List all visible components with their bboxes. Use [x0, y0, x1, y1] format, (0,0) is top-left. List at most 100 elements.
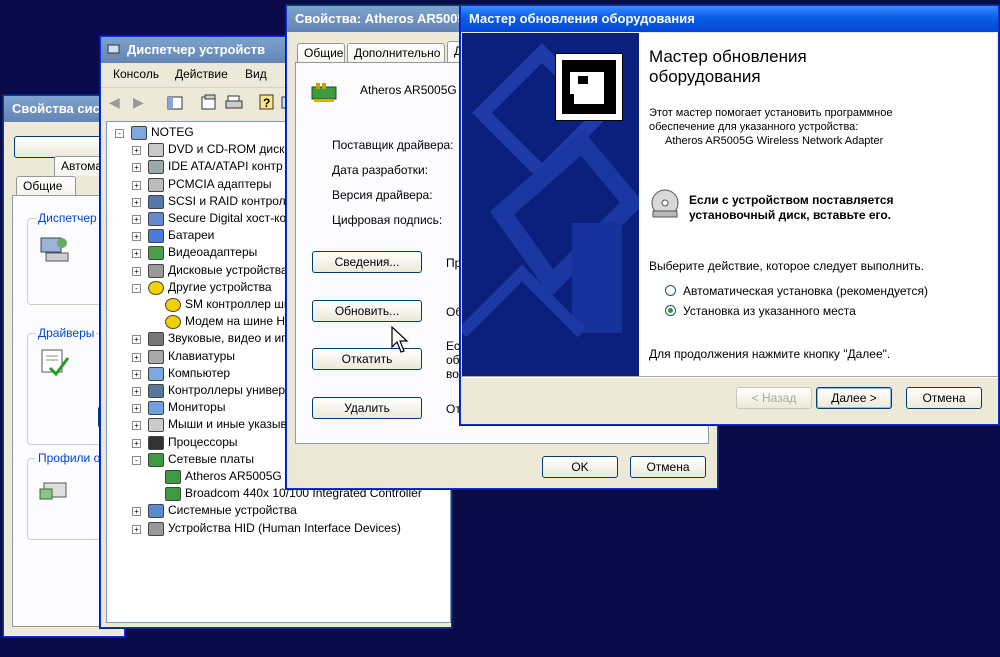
computer-icon [148, 366, 164, 381]
unknown-device-icon [165, 315, 181, 330]
expand-icon[interactable]: + [132, 369, 141, 379]
expand-icon[interactable]: + [132, 438, 141, 448]
expand-icon[interactable]: + [132, 352, 141, 362]
manual-install-label[interactable]: Установка из указанного места [683, 304, 856, 318]
cdrom-icon [148, 143, 164, 158]
collapse-icon[interactable]: - [115, 129, 124, 138]
driver-provider-label: Поставщик драйвера: [332, 138, 454, 152]
tree-row-label: Сетевые платы [168, 451, 255, 466]
expand-icon[interactable]: + [132, 232, 141, 242]
system-properties-top-button[interactable] [14, 136, 114, 158]
tab-advanced[interactable]: Дополнительно [347, 43, 445, 63]
tree-row[interactable]: + Системные устройства [107, 502, 447, 519]
expand-icon[interactable]: + [132, 146, 141, 156]
auto-install-radio[interactable] [665, 285, 676, 296]
hardware-profiles-group-title: Профили о [36, 451, 103, 465]
system-device-icon [148, 504, 164, 519]
tree-row-label: Контроллеры универ [168, 383, 286, 397]
tree-row-label: Модем на шине Hi [185, 314, 288, 329]
digital-signature-label: Цифровая подпись: [332, 213, 443, 227]
tree-row-label: Secure Digital хост-кон [168, 211, 293, 225]
tree-row-label: Другие устройства [168, 279, 272, 294]
ide-icon [148, 160, 164, 175]
tree-row-label: Устройства HID (Human Interface Devices) [168, 520, 401, 535]
menu-console[interactable]: Консоль [113, 67, 159, 81]
continue-hint: Для продолжения нажмите кнопку "Далее". [649, 347, 891, 361]
tree-row-label: IDE ATA/ATAPI контр [168, 159, 283, 174]
drivers-group-title: Драйверы [36, 326, 97, 340]
wizard-hardware-logo [555, 53, 623, 121]
tree-row-label: Мыши и иные указыв [168, 417, 287, 432]
unknown-device-icon [148, 280, 164, 295]
help-icon[interactable]: ? [259, 94, 275, 110]
mouse-cursor-icon [391, 325, 409, 353]
auto-install-label[interactable]: Автоматическая установка (рекомендуется) [683, 284, 928, 298]
network-adapter-icon [311, 83, 337, 102]
keyboard-icon [148, 349, 164, 364]
expand-icon[interactable]: + [132, 524, 141, 534]
back-button[interactable]: < Назад [736, 387, 812, 409]
device-manager-icon [40, 237, 69, 262]
show-hide-tree-icon[interactable] [167, 96, 183, 110]
wizard-title[interactable]: Мастер обновления оборудования [461, 6, 998, 32]
expand-icon[interactable]: + [132, 266, 141, 276]
driver-details-button[interactable]: Сведения... [312, 251, 422, 273]
menu-view[interactable]: Вид [245, 67, 267, 81]
print-icon[interactable] [225, 95, 243, 109]
expand-icon[interactable]: + [132, 387, 141, 396]
expand-icon[interactable]: + [132, 421, 141, 431]
back-icon[interactable]: ◀ [109, 94, 120, 111]
unknown-device-icon [165, 298, 181, 312]
tree-row-label: Atheros AR5005G [185, 469, 282, 483]
properties-icon[interactable] [201, 94, 217, 110]
tree-row-label: Дисковые устройства [168, 262, 288, 277]
tab-general[interactable]: Общие [297, 43, 345, 63]
tree-row-label: PCMCIA адаптеры [168, 176, 272, 191]
ok-button[interactable]: OK [542, 456, 618, 478]
next-button[interactable]: Далее > [816, 387, 892, 409]
network-card-icon [165, 487, 181, 502]
disk-icon [148, 263, 164, 278]
scsi-icon [148, 194, 164, 209]
monitor-icon [148, 401, 164, 416]
wizard-separator [461, 376, 998, 378]
wizard-intro-line-2: обеспечение для указанного устройства: [649, 121, 859, 133]
menu-action[interactable]: Действие [175, 67, 228, 81]
tree-row-label: Видеоадаптеры [168, 245, 258, 260]
collapse-icon[interactable]: - [132, 283, 141, 293]
cancel-button[interactable]: Отмена [630, 456, 706, 478]
device-name: Atheros AR5005G V [360, 83, 469, 97]
expand-icon[interactable]: + [132, 249, 141, 259]
expand-icon[interactable]: + [132, 404, 141, 414]
wizard-cancel-button[interactable]: Отмена [906, 387, 982, 409]
display-adapter-icon [148, 246, 164, 261]
battery-icon [148, 229, 164, 244]
tree-row-label: Системные устройства [168, 503, 297, 518]
manual-install-radio[interactable] [665, 305, 676, 316]
expand-icon[interactable]: + [132, 335, 141, 345]
expand-icon[interactable]: + [132, 507, 141, 517]
cd-drive-icon [651, 189, 679, 218]
driver-date-label: Дата разработки: [332, 163, 429, 177]
rollback-desc-3: во [446, 367, 459, 381]
sound-icon [148, 332, 164, 347]
wizard-heading: Мастер обновления оборудования [649, 47, 807, 86]
tab-general[interactable]: Общие [16, 176, 76, 196]
tree-row-label: Звуковые, видео и иг [168, 331, 286, 346]
update-driver-button[interactable]: Обновить... [312, 300, 422, 322]
expand-icon[interactable]: + [132, 163, 141, 173]
wizard-intro-line-1: Этот мастер помогает установить программ… [649, 107, 893, 119]
collapse-icon[interactable]: - [132, 455, 141, 465]
expand-icon[interactable]: + [132, 180, 141, 190]
rollback-desc-1: Ес [446, 339, 460, 353]
expand-icon[interactable]: + [132, 197, 141, 207]
tree-row[interactable]: + Устройства HID (Human Interface Devices… [107, 520, 447, 537]
expand-icon[interactable]: + [132, 215, 141, 224]
driver-version-label: Версия драйвера: [332, 188, 433, 202]
cd-hint-line-2: установочный диск, вставьте его. [689, 208, 892, 222]
uninstall-driver-button[interactable]: Удалить [312, 397, 422, 419]
pcmcia-icon [148, 177, 164, 192]
forward-icon[interactable]: ▶ [133, 94, 144, 111]
tree-row-label: DVD и CD-ROM дисков [168, 142, 298, 157]
rollback-desc-2: об [446, 353, 460, 367]
